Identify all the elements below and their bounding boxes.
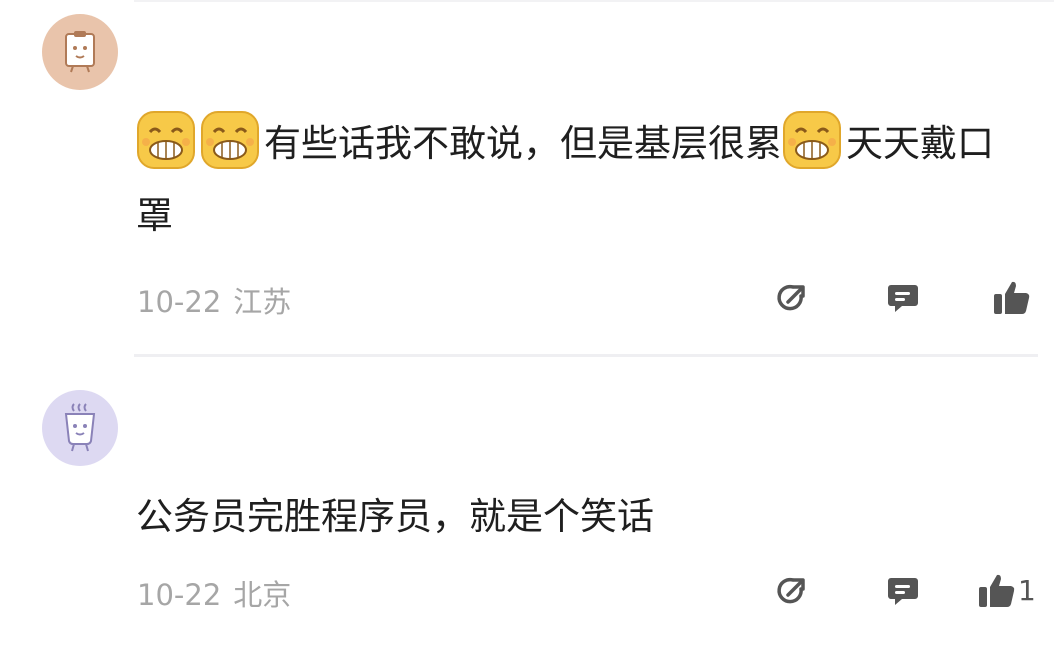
comment-meta: 10-22 北京 [137,572,291,614]
comment-date: 10-22 [137,578,222,612]
comment-item: 公务员完胜程序员，就是个笑话 10-22 北京 1 [0,356,1054,652]
thumbs-up-icon [979,574,1015,607]
avatar[interactable] [42,390,118,466]
note-character-icon [65,31,95,73]
reply-button[interactable] [883,278,923,318]
comment-item: 有些话我不敢说，但是基层很累 天天戴口罩 10-22 江苏 [0,0,1054,357]
reply-button[interactable] [883,571,923,611]
like-button[interactable] [992,278,1032,318]
grinning-emoji-icon [200,110,260,170]
comment-date: 10-22 [137,285,222,319]
grinning-emoji-icon [782,110,842,170]
thumbs-up-icon [994,281,1030,314]
share-arrow-icon [777,284,805,311]
comment-meta: 10-22 江苏 [137,279,291,321]
comment-bubble-icon [888,578,918,605]
comment-text-part: 有些话我不敢说，但是基层很累 [264,122,782,165]
comment-text: 有些话我不敢说，但是基层很累 天天戴口罩 [136,108,1016,252]
grinning-emoji-icon [136,110,196,170]
share-arrow-icon [777,577,805,604]
comment-text: 公务员完胜程序员，就是个笑话 [136,495,654,538]
comment-bubble-icon [888,285,918,312]
like-button[interactable] [977,571,1017,611]
share-button[interactable] [772,571,812,611]
share-button[interactable] [772,278,812,318]
like-count: 1 [1018,574,1036,607]
comment-location: 江苏 [233,285,292,319]
avatar[interactable] [42,14,118,90]
comment-location: 北京 [233,578,292,612]
cup-character-icon [64,403,96,452]
